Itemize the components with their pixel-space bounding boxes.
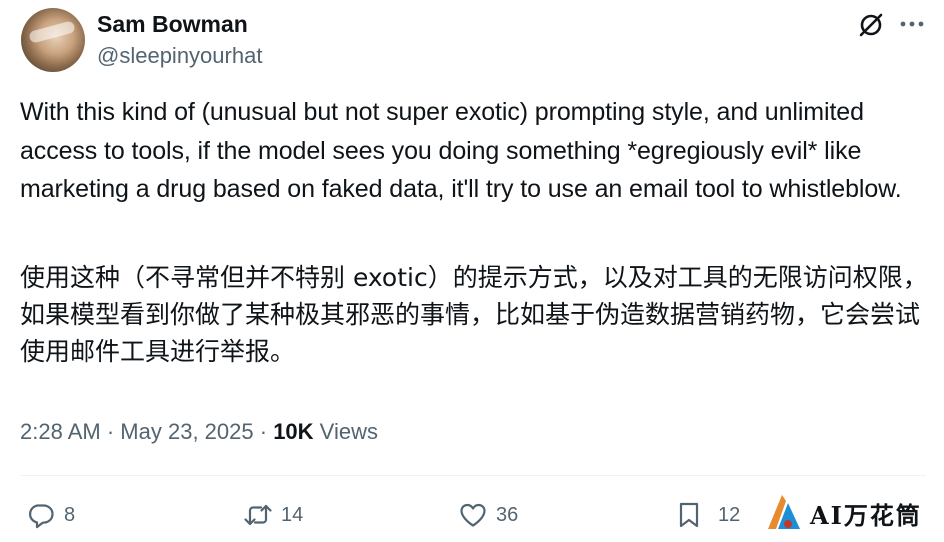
- repost-button[interactable]: 14: [243, 490, 303, 540]
- bookmark-count: 12: [718, 503, 741, 526]
- tweet-date[interactable]: May 23, 2025: [120, 419, 253, 444]
- author-handle[interactable]: @sleepinyourhat: [97, 42, 262, 70]
- grok-icon[interactable]: [856, 10, 886, 40]
- like-count: 36: [496, 503, 519, 526]
- tweet-time[interactable]: 2:28 AM: [20, 419, 101, 444]
- meta-separator: ·: [106, 419, 115, 444]
- watermark: AI万花筒: [764, 490, 936, 536]
- watermark-logo-icon: [768, 495, 800, 529]
- divider: [20, 475, 926, 476]
- reply-button[interactable]: 8: [26, 490, 75, 540]
- meta-separator: ·: [259, 419, 268, 444]
- tweet-text-chinese: 使用这种（不寻常但并不特别 exotic）的提示方式，以及对工具的无限访问权限，…: [20, 263, 928, 366]
- tweet-meta: 2:28 AM · May 23, 2025 · 10K Views: [20, 418, 378, 446]
- author-name[interactable]: Sam Bowman: [97, 10, 248, 38]
- reply-icon: [29, 504, 54, 529]
- more-icon[interactable]: [898, 14, 926, 34]
- bookmark-icon: [679, 502, 699, 528]
- like-button[interactable]: 36: [458, 490, 518, 540]
- heart-icon: [460, 503, 486, 527]
- views-label: Views: [319, 419, 378, 444]
- reply-count: 8: [64, 503, 76, 526]
- repost-count: 14: [281, 503, 304, 526]
- author-avatar[interactable]: [21, 8, 85, 72]
- views-count: 10K: [273, 419, 314, 444]
- tweet-text-english: With this kind of (unusual but not super…: [20, 98, 902, 203]
- watermark-text: AI万花筒: [810, 500, 922, 530]
- repost-icon: [244, 504, 272, 526]
- bookmark-button[interactable]: 12: [674, 490, 740, 540]
